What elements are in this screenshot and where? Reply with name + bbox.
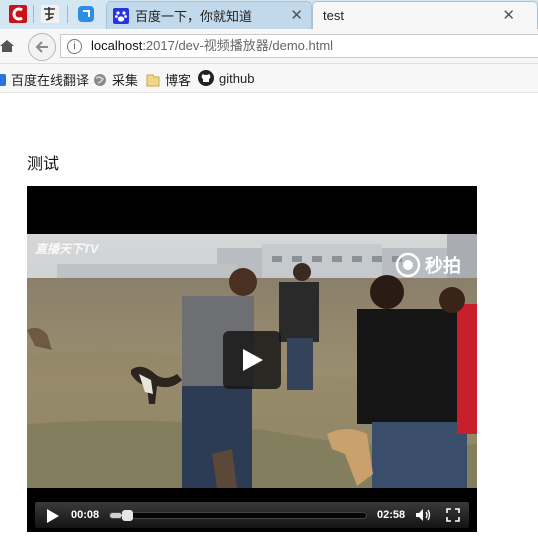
bookmarks-bar: 百度在线翻译 采集 博客 github: [0, 64, 538, 93]
bookmark-label: 百度在线翻译: [11, 73, 90, 88]
close-tab-icon[interactable]: ✕: [290, 6, 303, 24]
watermark-text: 秒拍: [425, 256, 461, 276]
bookmark-label: github: [219, 70, 255, 86]
translate-icon: [0, 73, 6, 86]
app-icon: [78, 6, 94, 22]
tab-baidu[interactable]: 百度一下，你就知道 ✕: [106, 1, 312, 29]
url-host: localhost: [91, 38, 143, 53]
bookmark-label: 博客: [165, 73, 192, 88]
channel-watermark: 直播天下TV: [35, 242, 99, 256]
bookmark-label: 采集: [112, 73, 139, 88]
duration: 02:58: [377, 509, 406, 521]
back-button[interactable]: [28, 33, 56, 61]
folder-icon: [146, 74, 160, 86]
pinned-tab-app[interactable]: [72, 2, 100, 26]
tab-test[interactable]: test ✕: [312, 1, 538, 29]
url-path: :2017/dev-视频播放器/demo.html: [142, 38, 334, 53]
close-tab-icon[interactable]: ✕: [502, 6, 515, 24]
globe-icon: [94, 73, 106, 86]
bookmark-github[interactable]: github: [198, 70, 254, 86]
progress-track[interactable]: [109, 510, 367, 521]
jianshu-icon: [41, 5, 59, 23]
video-controls: 00:08 02:58: [35, 502, 469, 528]
volume-icon[interactable]: [415, 508, 433, 522]
home-icon[interactable]: [0, 39, 14, 53]
arrow-left-icon: [35, 41, 48, 53]
page-heading: 测试: [27, 156, 60, 173]
big-play-button[interactable]: [223, 331, 281, 389]
camera-shutter-icon: [395, 252, 421, 278]
bookmark-collect[interactable]: 采集: [93, 70, 138, 89]
miaopai-watermark: 秒拍: [395, 252, 461, 278]
tab-label: 百度一下，你就知道: [135, 9, 253, 24]
tab-label: test: [323, 8, 344, 23]
bookmark-blog[interactable]: 博客: [146, 70, 191, 89]
fullscreen-icon[interactable]: [446, 508, 460, 522]
bookmark-translate[interactable]: 百度在线翻译: [0, 70, 89, 89]
pinned-tab-csdn[interactable]: [4, 2, 32, 26]
play-icon[interactable]: [46, 509, 60, 523]
play-icon: [243, 349, 263, 371]
video-player[interactable]: 直播天下TV 秒拍 00:08 02:58: [27, 186, 477, 532]
baidu-paw-icon: [113, 7, 129, 24]
progress-fill: [110, 513, 122, 518]
tab-strip: 百度一下，你就知道 ✕ test ✕: [0, 0, 538, 29]
navigation-bar: i localhost:2017/dev-视频播放器/demo.html: [0, 29, 538, 64]
csdn-icon: [9, 5, 27, 23]
address-bar[interactable]: i localhost:2017/dev-视频播放器/demo.html: [60, 34, 538, 58]
pinned-tab-jianshu[interactable]: [36, 2, 64, 26]
github-icon: [198, 70, 214, 86]
info-icon[interactable]: i: [67, 39, 82, 54]
progress-handle[interactable]: [122, 510, 133, 521]
current-time: 00:08: [71, 509, 100, 521]
